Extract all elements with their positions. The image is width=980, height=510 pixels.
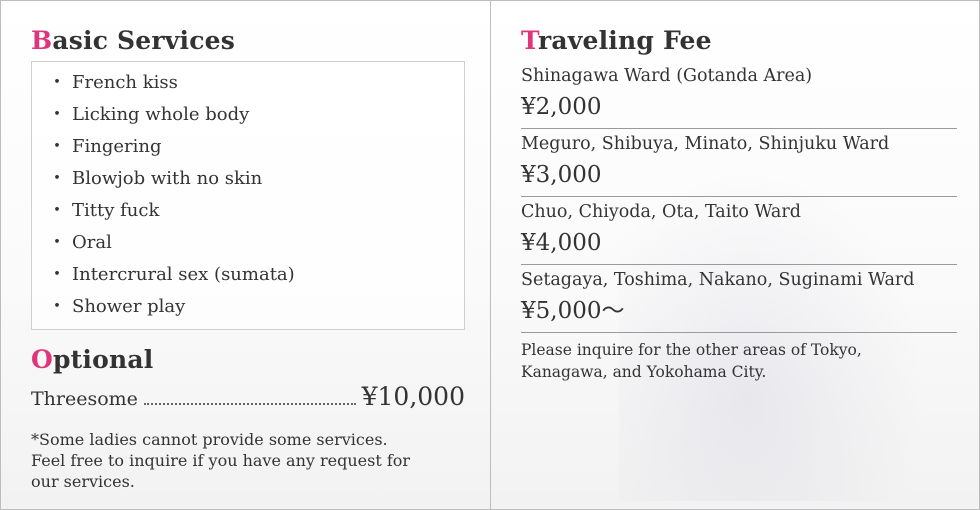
service-item: ・ Shower play [48, 291, 464, 323]
service-item: ・ Intercrural sex (sumata) [48, 259, 464, 291]
basic-services-list: ・ French kiss ・ Licking whole body ・ Finger… [31, 61, 465, 330]
fee-row: Setagaya, Toshima, Nakano, Suginami Ward… [521, 265, 957, 333]
fee-area: Chuo, Chiyoda, Ota, Taito Ward [521, 202, 801, 222]
service-label: Licking whole body [72, 104, 250, 125]
heading-initial: B [31, 26, 53, 55]
bullet: ・ [48, 72, 66, 93]
traveling-fee-heading: Traveling Fee [521, 25, 957, 57]
fee-price: ¥5,000～ [521, 298, 625, 324]
optional-item-price: ¥10,000 [361, 382, 465, 411]
fee-area: Setagaya, Toshima, Nakano, Suginami Ward [521, 270, 915, 290]
bullet: ・ [48, 200, 66, 221]
fee-price: ¥4,000 [521, 230, 602, 256]
services-panel: Basic Services ・ French kiss ・ Licking who… [0, 0, 980, 510]
optional-heading: Optional [31, 344, 465, 376]
optional-item-label: Threesome [31, 388, 138, 410]
optional-item-row: Threesome ¥10,000 [31, 382, 465, 411]
service-item: ・ Titty fuck [48, 195, 464, 227]
service-label: Oral [72, 232, 112, 253]
service-label: Blowjob with no skin [72, 168, 263, 189]
dotted-leader [143, 403, 356, 405]
heading-initial: O [31, 345, 53, 374]
service-item: ・ Licking whole body [48, 99, 464, 131]
heading-rest: raveling Fee [538, 26, 712, 55]
bullet: ・ [48, 264, 66, 285]
fee-price: ¥3,000 [521, 162, 602, 188]
service-item: ・ Fingering [48, 131, 464, 163]
fee-price: ¥2,000 [521, 94, 602, 120]
bullet: ・ [48, 296, 66, 317]
fee-area: Shinagawa Ward (Gotanda Area) [521, 66, 813, 86]
service-label: Shower play [72, 296, 186, 317]
bullet: ・ [48, 136, 66, 157]
bullet: ・ [48, 232, 66, 253]
service-label: French kiss [72, 72, 178, 93]
fee-area: Meguro, Shibuya, Minato, Shinjuku Ward [521, 134, 890, 154]
heading-initial: T [521, 26, 538, 55]
heading-rest: asic Services [52, 26, 235, 55]
bullet: ・ [48, 104, 66, 125]
column-divider [490, 1, 491, 509]
service-label: Intercrural sex (sumata) [72, 264, 295, 285]
services-note: *Some ladies cannot provide some service… [31, 430, 411, 491]
traveling-fee-note: Please inquire for the other areas of To… [521, 341, 862, 381]
basic-services-heading: Basic Services [31, 25, 465, 57]
right-column: Traveling Fee Shinagawa Ward (Gotanda Ar… [521, 25, 957, 383]
service-item: ・ French kiss [48, 67, 464, 99]
fee-row: Shinagawa Ward (Gotanda Area) ¥2,000 [521, 57, 957, 129]
service-label: Titty fuck [72, 200, 160, 221]
bullet: ・ [48, 168, 66, 189]
fee-row: Chuo, Chiyoda, Ota, Taito Ward ¥4,000 [521, 197, 957, 265]
left-column: Basic Services ・ French kiss ・ Licking who… [31, 25, 465, 492]
traveling-fee-list: Shinagawa Ward (Gotanda Area) ¥2,000 Meg… [521, 57, 957, 333]
heading-rest: ptional [52, 345, 154, 374]
fee-row: Meguro, Shibuya, Minato, Shinjuku Ward ¥… [521, 129, 957, 197]
service-label: Fingering [72, 136, 162, 157]
service-item: ・ Blowjob with no skin [48, 163, 464, 195]
service-item: ・ Oral [48, 227, 464, 259]
